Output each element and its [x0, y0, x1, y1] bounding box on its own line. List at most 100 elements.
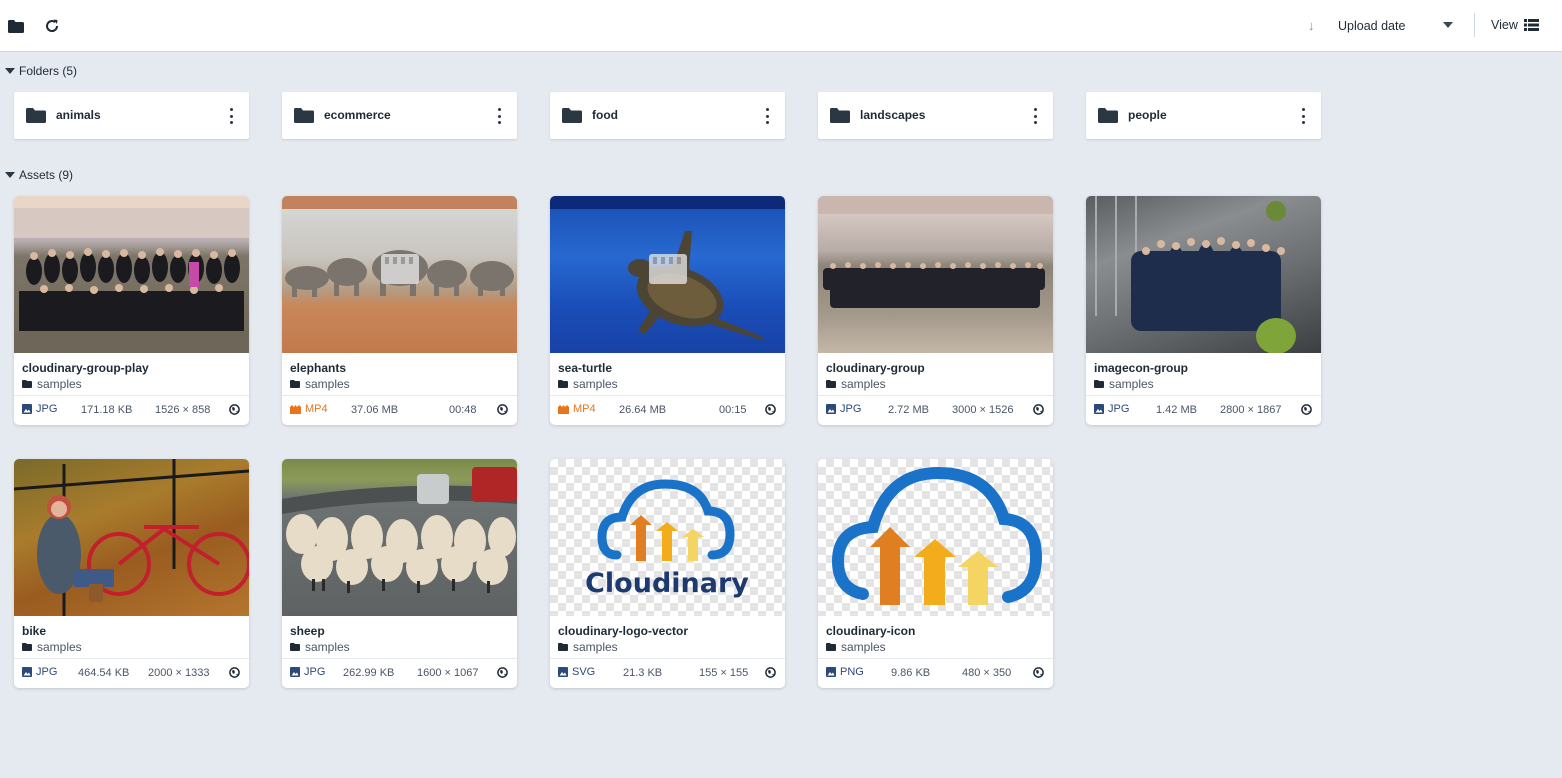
folder-icon[interactable]	[7, 17, 25, 35]
asset-type: JPG	[826, 403, 861, 415]
folder-icon	[558, 380, 568, 388]
asset-size: 9.86 KB	[891, 667, 931, 679]
asset-name: elephants	[290, 361, 347, 375]
asset-folder: samples	[826, 377, 886, 391]
folder-icon	[22, 380, 32, 388]
more-options-icon[interactable]	[497, 108, 501, 124]
asset-card[interactable]: Cloudinary cloudinary-logo-vector sample…	[550, 459, 785, 688]
asset-type-label: JPG	[36, 403, 58, 415]
asset-thumbnail[interactable]	[818, 196, 1053, 353]
folder-card-animals[interactable]: animals	[14, 92, 249, 139]
asset-size: 262.99 KB	[343, 667, 395, 679]
folder-card-ecommerce[interactable]: ecommerce	[282, 92, 517, 139]
folder-card-landscapes[interactable]: landscapes	[818, 92, 1053, 139]
refresh-icon[interactable]	[43, 17, 61, 35]
folder-icon	[830, 108, 850, 126]
folder-card-people[interactable]: people	[1086, 92, 1321, 139]
folder-icon	[294, 108, 314, 126]
more-options-icon[interactable]	[765, 108, 769, 124]
asset-card[interactable]: sea-turtle samples MP4 26.64 MB 00:15	[550, 196, 785, 425]
folder-icon	[22, 643, 32, 651]
asset-card[interactable]: elephants samples MP4 37.06 MB 00:48	[282, 196, 517, 425]
asset-type-label: MP4	[573, 403, 596, 415]
asset-card[interactable]: cloudinary-group samples JPG 2.72 MB 300…	[818, 196, 1053, 425]
video-icon	[290, 404, 301, 414]
asset-thumbnail[interactable]: Cloudinary	[550, 459, 785, 616]
asset-type-label: MP4	[305, 403, 328, 415]
image-icon	[558, 667, 568, 677]
globe-icon	[1033, 404, 1044, 418]
asset-name: sheep	[290, 624, 325, 638]
folder-icon	[290, 643, 300, 651]
divider	[14, 658, 249, 659]
asset-dimensions: 3000 × 1526	[952, 404, 1014, 416]
logo-text: Cloudinary	[585, 568, 749, 599]
sort-select[interactable]: Upload date	[1338, 19, 1405, 33]
asset-folder: samples	[290, 377, 350, 391]
image-icon	[290, 667, 300, 677]
asset-dimensions: 155 × 155	[699, 667, 749, 679]
top-toolbar: ↓ Upload date View	[0, 0, 1562, 52]
asset-type-label: JPG	[36, 666, 58, 678]
asset-dimensions: 480 × 350	[962, 667, 1012, 679]
asset-thumbnail[interactable]	[14, 459, 249, 616]
asset-card[interactable]: cloudinary-group-play samples JPG 171.18…	[14, 196, 249, 425]
asset-card[interactable]: bike samples JPG 464.54 KB 2000 × 1333	[14, 459, 249, 688]
globe-icon	[1033, 667, 1044, 681]
asset-folder-name: samples	[37, 640, 82, 654]
image-icon	[826, 404, 836, 414]
asset-thumbnail[interactable]	[282, 196, 517, 353]
image-icon	[826, 667, 836, 677]
more-options-icon[interactable]	[1033, 108, 1037, 124]
more-options-icon[interactable]	[229, 108, 233, 124]
asset-size: 37.06 MB	[351, 404, 399, 416]
asset-folder-name: samples	[1109, 377, 1154, 391]
asset-name: cloudinary-group-play	[22, 361, 149, 375]
folder-name: ecommerce	[324, 108, 391, 122]
asset-size: 464.54 KB	[78, 667, 130, 679]
asset-type: JPG	[22, 666, 57, 678]
asset-dimensions: 2800 × 1867	[1220, 404, 1282, 416]
asset-thumbnail[interactable]	[550, 196, 785, 353]
asset-type-label: JPG	[304, 666, 326, 678]
folder-icon	[1094, 380, 1104, 388]
globe-icon	[229, 667, 240, 681]
asset-folder: samples	[22, 640, 82, 654]
asset-folder-name: samples	[305, 640, 350, 654]
asset-type-label: SVG	[572, 666, 596, 678]
folder-name: food	[592, 108, 618, 122]
divider	[14, 395, 249, 396]
folder-icon	[826, 380, 836, 388]
folders-section-toggle[interactable]: Folders (5)	[5, 64, 77, 78]
assets-section-toggle[interactable]: Assets (9)	[5, 168, 73, 182]
asset-thumbnail[interactable]	[14, 196, 249, 353]
list-view-icon[interactable]	[1524, 19, 1539, 34]
folder-card-food[interactable]: food	[550, 92, 785, 139]
divider	[282, 658, 517, 659]
asset-folder-name: samples	[305, 377, 350, 391]
view-button[interactable]: View	[1491, 18, 1518, 32]
divider	[282, 395, 517, 396]
image-icon	[22, 667, 32, 677]
asset-name: cloudinary-logo-vector	[558, 624, 689, 638]
asset-card[interactable]: sheep samples JPG 262.99 KB 1600 × 1067	[282, 459, 517, 688]
chevron-down-icon[interactable]	[1443, 22, 1453, 28]
divider	[818, 395, 1053, 396]
asset-name: sea-turtle	[558, 361, 613, 375]
more-options-icon[interactable]	[1301, 108, 1305, 124]
asset-card[interactable]: imagecon-group samples JPG 1.42 MB 2800 …	[1086, 196, 1321, 425]
asset-dimensions: 1600 × 1067	[417, 667, 479, 679]
asset-dimensions: 2000 × 1333	[148, 667, 210, 679]
asset-size: 26.64 MB	[619, 404, 667, 416]
scrollbar[interactable]	[1558, 52, 1562, 778]
assets-section-label: Assets (9)	[19, 168, 74, 182]
asset-thumbnail[interactable]	[1086, 196, 1321, 353]
sort-direction-icon[interactable]: ↓	[1308, 18, 1315, 33]
asset-dimensions: 1526 × 858	[155, 404, 211, 416]
asset-type: JPG	[290, 666, 325, 678]
video-play-icon	[649, 254, 687, 284]
asset-card[interactable]: cloudinary-icon samples PNG 9.86 KB 480 …	[818, 459, 1053, 688]
asset-thumbnail[interactable]	[282, 459, 517, 616]
divider	[550, 395, 785, 396]
asset-thumbnail[interactable]	[818, 459, 1053, 616]
